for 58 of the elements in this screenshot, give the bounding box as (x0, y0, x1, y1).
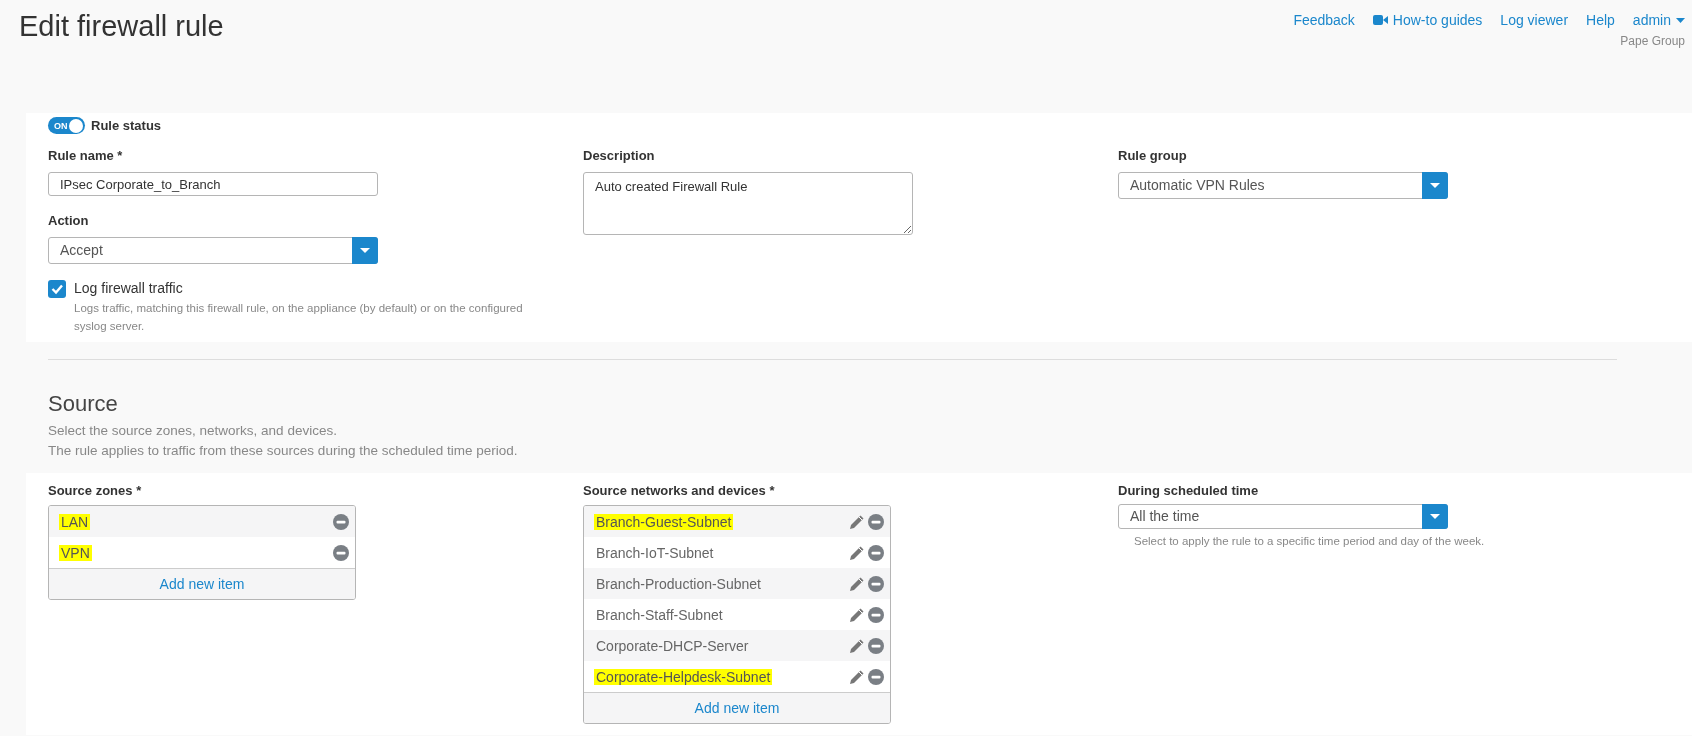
section-description: Select the source zones, networks, and devices. (48, 422, 337, 440)
remove-icon (333, 513, 349, 530)
remove-icon (868, 606, 884, 623)
list-item: Corporate-DHCP-Server (595, 637, 750, 654)
highlighted-item: Corporate-Helpdesk-Subnet (594, 668, 773, 685)
remove-icon (868, 575, 884, 592)
pencil-icon (849, 606, 865, 623)
remove-icon (333, 544, 349, 561)
field-label: Action (48, 213, 89, 228)
highlighted-item: VPN (59, 544, 92, 561)
pencil-icon (849, 513, 865, 530)
status-toggle[interactable]: ON (48, 117, 85, 134)
list-item: Branch-Staff-Subnet (595, 606, 724, 623)
field-label: During scheduled time (1118, 483, 1259, 498)
rule-group-dropdown[interactable]: Automatic VPN Rules (1118, 172, 1448, 199)
checkbox[interactable] (48, 280, 66, 298)
nav-link[interactable]: Help (1586, 12, 1615, 28)
section-title: Source (48, 391, 119, 417)
pencil-icon (849, 544, 865, 561)
action-dropdown[interactable]: Accept (48, 237, 378, 264)
section-description: The rule applies to traffic from these sources during the scheduled time period. (48, 442, 518, 460)
pencil-icon (849, 637, 865, 654)
remove-icon (868, 637, 884, 654)
caret-icon (359, 247, 371, 254)
schedule-dropdown[interactable]: All the time (1118, 504, 1448, 529)
pencil-icon (849, 575, 865, 592)
checkmark-icon (51, 283, 63, 295)
field-label: Source networks and devices * (583, 483, 775, 498)
field-label: Description (583, 148, 655, 163)
caret-icon (1676, 17, 1685, 23)
nav-link[interactable]: Feedback (1293, 12, 1355, 28)
page-title: Edit firewall rule (19, 10, 224, 43)
caret-icon (1429, 182, 1441, 189)
help-text: Select to apply the rule to a specific time period and day of the week. (1134, 535, 1485, 547)
list-item: Branch-IoT-Subnet (595, 544, 715, 561)
field-label: Rule status (91, 118, 162, 133)
help-text: Logs traffic, matching this firewall rule, on the appliance (by default) or on the configured syslog server. (74, 301, 524, 334)
add-item-link[interactable]: Add new item (694, 700, 780, 716)
remove-icon (868, 513, 884, 530)
organization-name: Pape Group (1620, 34, 1685, 48)
remove-icon (868, 668, 884, 685)
user-menu[interactable]: admin (1632, 12, 1685, 28)
list-item: Branch-Production-Subnet (595, 575, 762, 592)
rule-name-field[interactable]: IPsec Corporate_to_Branch (48, 172, 378, 196)
checkbox-label: Log firewall traffic (74, 280, 183, 296)
remove-icon (868, 544, 884, 561)
highlighted-item: LAN (59, 513, 91, 530)
video-camera-icon (1372, 14, 1388, 26)
add-item-link[interactable]: Add new item (159, 576, 245, 592)
highlighted-item: Branch-Guest-Subnet (594, 513, 734, 530)
pencil-icon (849, 668, 865, 685)
field-label: Rule group (1118, 148, 1187, 163)
field-label: Source zones * (48, 483, 142, 498)
caret-icon (1429, 513, 1441, 520)
description-field[interactable]: Auto created Firewall Rule (583, 172, 913, 235)
nav-link[interactable]: Log viewer (1500, 12, 1569, 28)
guides-link[interactable]: How-to guides (1372, 12, 1483, 28)
field-label: Rule name * (48, 148, 123, 163)
